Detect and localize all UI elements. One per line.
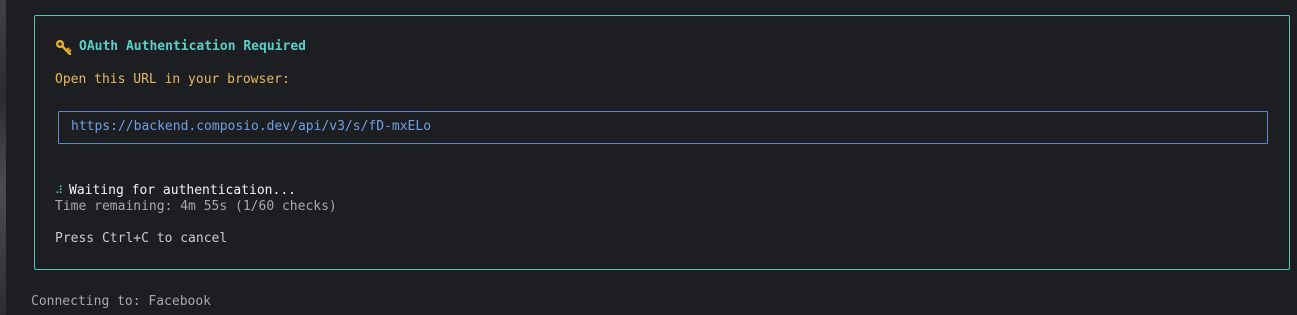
key-icon (55, 39, 73, 56)
panel-title-text: OAuth Authentication Required (79, 39, 306, 54)
oauth-panel: OAuth Authentication Required Open this … (34, 15, 1290, 270)
waiting-text: Waiting for authentication... (69, 183, 296, 198)
panel-title: OAuth Authentication Required (55, 39, 306, 56)
connecting-status: Connecting to: Facebook (31, 294, 212, 309)
url-box[interactable]: https://backend.composio.dev/api/v3/s/fD… (58, 111, 1268, 144)
spinner-icon: ⠼ (55, 184, 64, 197)
auth-url-link[interactable]: https://backend.composio.dev/api/v3/s/fD… (71, 119, 431, 135)
cancel-hint: Press Ctrl+C to cancel (55, 231, 228, 246)
waiting-status: ⠼ Waiting for authentication... (55, 183, 296, 199)
time-remaining: Time remaining: 4m 55s (1/60 checks) (55, 199, 337, 214)
open-url-instruction: Open this URL in your browser: (55, 72, 290, 87)
window-left-edge (0, 0, 6, 315)
